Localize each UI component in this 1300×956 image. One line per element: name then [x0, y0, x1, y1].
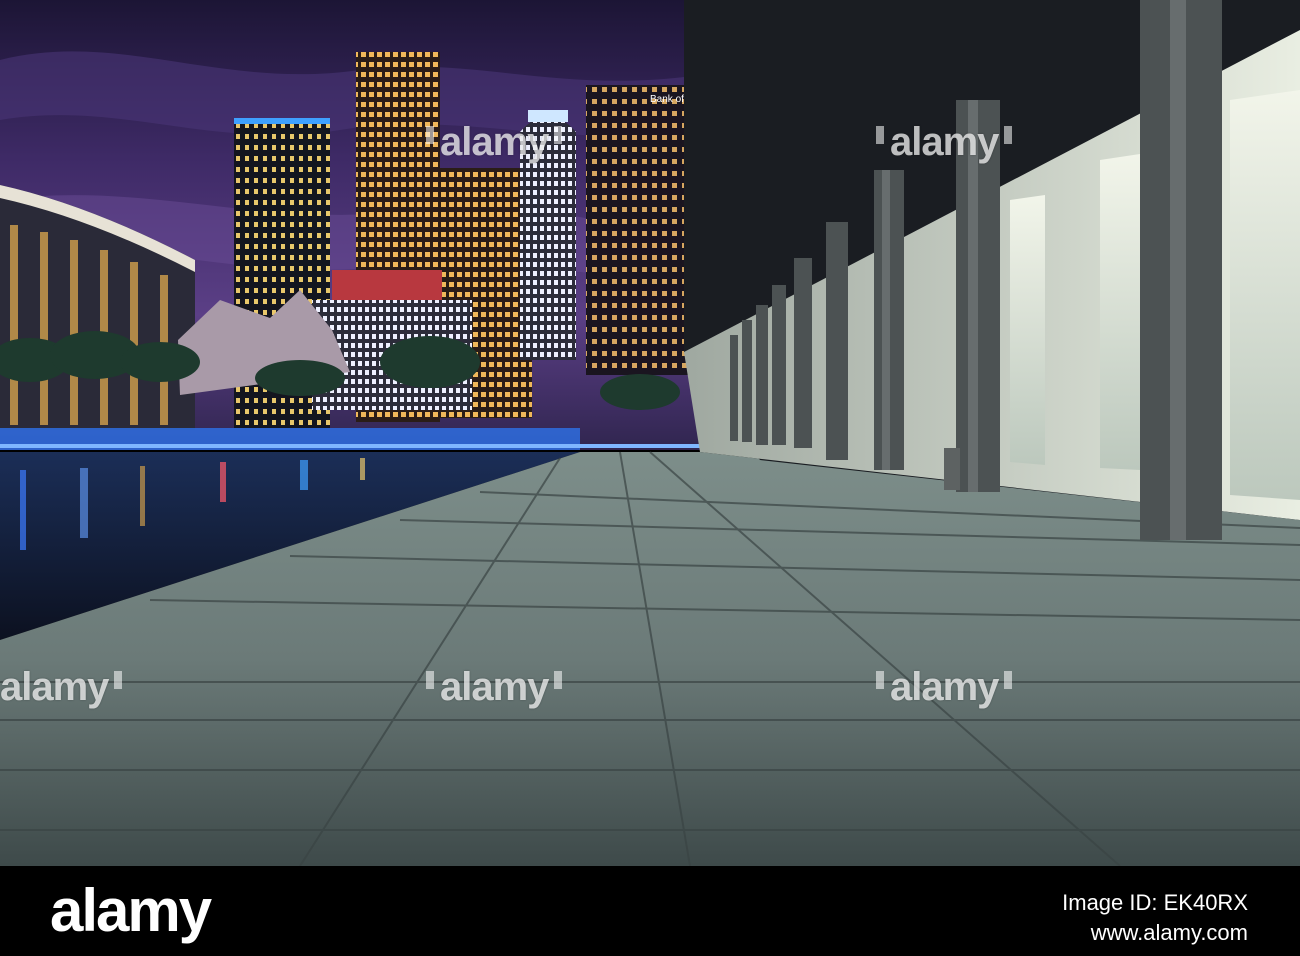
cityscape-illustration: Bank of America — [0, 0, 1300, 866]
us-bank-tower — [520, 116, 576, 360]
skyscraper-crown-light — [234, 118, 330, 124]
skyscraper — [586, 85, 688, 375]
glass-facade — [1100, 154, 1140, 470]
tower-crown — [528, 110, 568, 122]
night-cityscape-photo: Bank of America — [0, 0, 1300, 866]
stock-footer: alamy Image ID: EK40RX www.alamy.com — [0, 866, 1300, 956]
stock-photo-page: Bank of America — [0, 0, 1300, 956]
image-id: Image ID: EK40RX — [1062, 890, 1248, 915]
glass-facade — [1230, 90, 1300, 500]
site-url[interactable]: www.alamy.com — [1091, 920, 1248, 946]
red-lit-roof — [332, 270, 442, 300]
glass-facade — [1010, 195, 1045, 465]
trash-bin — [944, 448, 960, 490]
brand-logo[interactable]: alamy — [50, 876, 212, 945]
railing-highlight — [0, 444, 700, 448]
